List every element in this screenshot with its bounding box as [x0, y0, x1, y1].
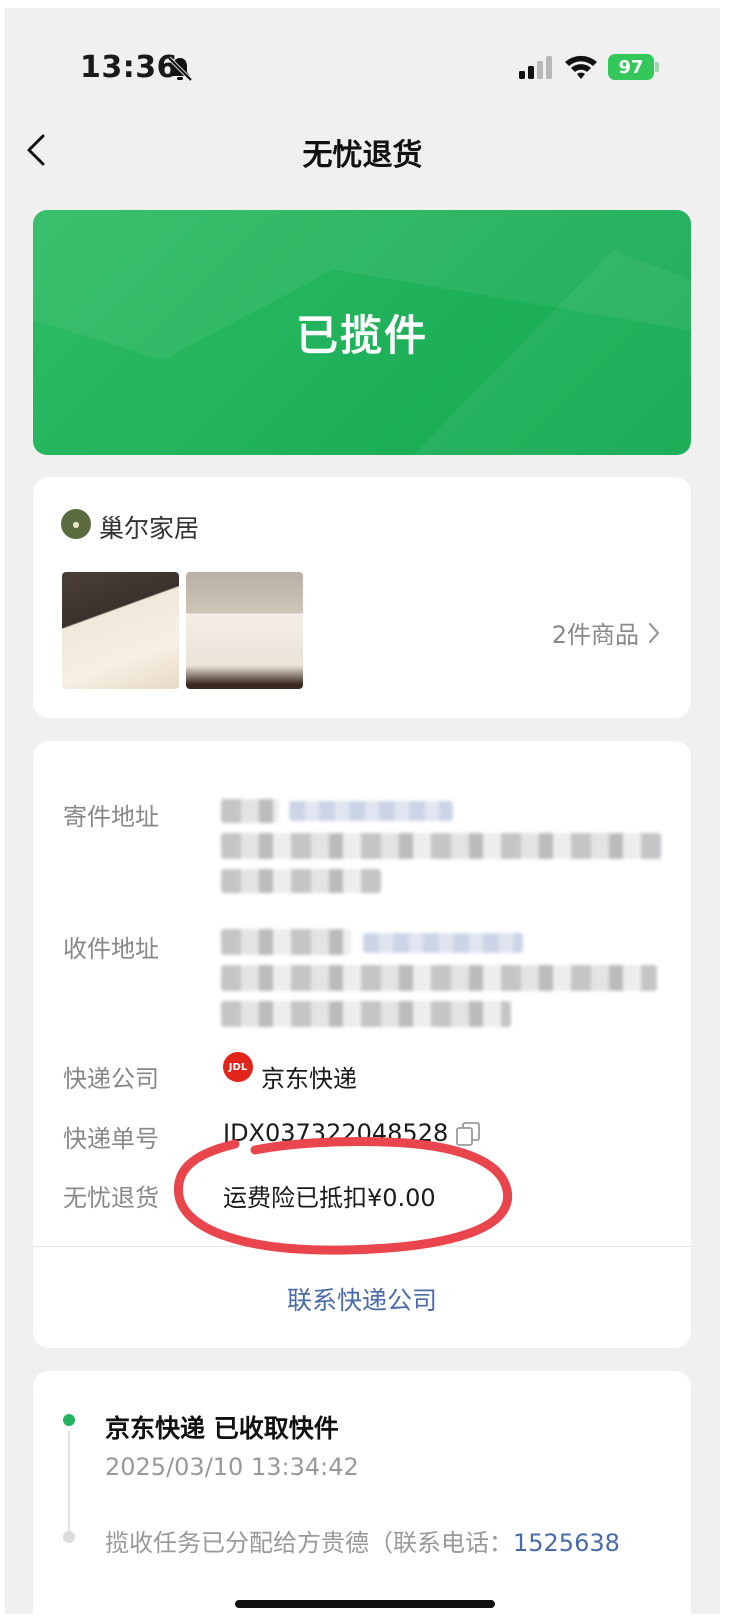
courier-label: 快递公司	[63, 1065, 159, 1093]
sender-phone-redacted	[289, 801, 453, 821]
receiver-address-label: 收件地址	[63, 935, 159, 963]
home-indicator	[235, 1600, 495, 1608]
status-title: 已揽件	[295, 311, 428, 360]
jd-logistics-logo: JDL	[223, 1052, 253, 1082]
items-count-link[interactable]: 2件商品	[552, 615, 661, 650]
product-thumbnail[interactable]	[62, 572, 179, 689]
battery-icon: 97	[608, 54, 654, 80]
sender-address-redacted	[221, 869, 381, 893]
receiver-phone-redacted	[363, 933, 523, 953]
page-title: 无忧退货	[302, 138, 423, 173]
receiver-address-redacted	[221, 965, 657, 991]
receiver-address-redacted	[221, 1001, 511, 1027]
track-dot	[63, 1531, 75, 1543]
shipping-insurance-status: 运费险已抵扣¥0.00	[223, 1184, 436, 1212]
return-details-card: 寄件地址 收件地址 快递公司 JDL 京东快递 快递单号 JDX03732204…	[33, 741, 691, 1348]
battery-tip	[655, 62, 659, 72]
wifi-icon	[565, 55, 597, 79]
track-phone-link[interactable]: 1525638	[513, 1529, 620, 1557]
tracking-number-label: 快递单号	[63, 1125, 159, 1153]
receiver-name-redacted	[221, 929, 351, 955]
store-card[interactable]: ● 巢尔家居 2件商品	[33, 477, 691, 718]
battery-level: 97	[618, 56, 644, 78]
status-bar: 13:36 97	[5, 8, 720, 118]
store-name: 巢尔家居	[99, 514, 200, 543]
track-line	[68, 1431, 70, 1531]
status-time: 13:36	[80, 50, 178, 85]
contact-courier-button[interactable]: 联系快递公司	[33, 1281, 691, 1317]
screen: 13:36 97 无忧退货 已揽件 ● 巢尔家居 2件商品 寄件地址 收件地址 …	[5, 8, 720, 1614]
track-desc-text: 揽收任务已分配给方贵德（联系电话：	[105, 1529, 513, 1557]
chevron-right-icon	[648, 622, 660, 643]
store-logo: ●	[61, 509, 91, 539]
tracking-number: JDX037322048528	[223, 1119, 449, 1147]
back-icon[interactable]	[21, 130, 51, 170]
product-thumbnail[interactable]	[186, 572, 303, 689]
track-dot-active	[63, 1414, 75, 1426]
courier-name: 京东快递	[261, 1065, 357, 1093]
track-event-time: 2025/03/10 13:34:42	[105, 1453, 359, 1481]
track-event-title: 京东快递 已收取快件	[105, 1414, 339, 1443]
divider	[33, 1246, 691, 1247]
items-count-label: 2件商品	[551, 621, 639, 649]
track-event-description: 揽收任务已分配给方贵德（联系电话：1525638	[105, 1523, 620, 1558]
sender-address-redacted	[221, 833, 661, 859]
sender-address-label: 寄件地址	[63, 803, 159, 831]
bell-slash-icon	[167, 56, 193, 82]
tracking-card: 京东快递 已收取快件 2025/03/10 13:34:42 揽收任务已分配给方…	[33, 1371, 691, 1614]
sender-name-redacted	[221, 799, 279, 823]
copy-icon[interactable]	[455, 1121, 481, 1147]
status-banner: 已揽件	[33, 210, 691, 455]
signal-icon	[519, 56, 552, 79]
worry-free-return-label: 无忧退货	[63, 1184, 159, 1212]
